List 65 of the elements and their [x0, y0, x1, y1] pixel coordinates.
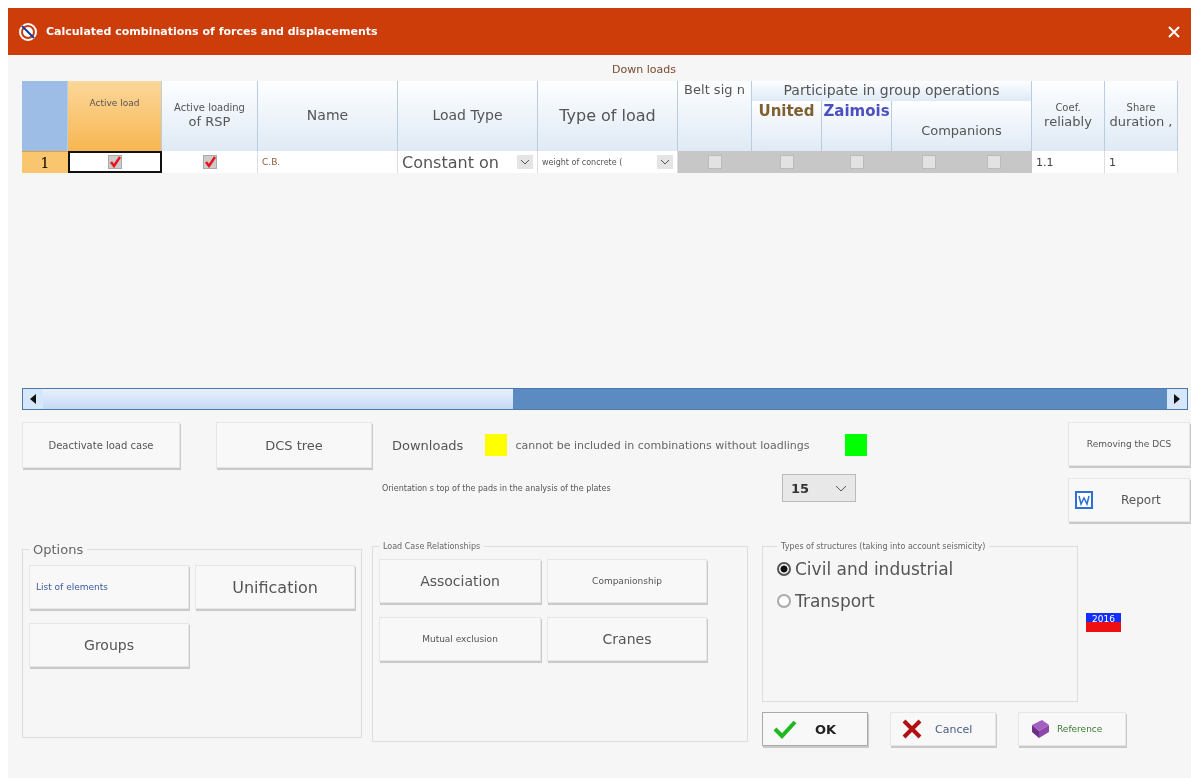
header-label: duration , [1109, 115, 1173, 130]
scrollbar-thumb[interactable] [43, 389, 513, 409]
column-header[interactable]: Name [258, 81, 398, 151]
row-number[interactable]: 1 [22, 151, 68, 173]
deactivate-button[interactable]: Deactivate load case [22, 422, 180, 468]
column-header[interactable]: Type of load [538, 81, 678, 151]
column-header[interactable]: Share duration , [1105, 81, 1178, 151]
check-icon [203, 156, 216, 168]
column-header[interactable]: Companions [892, 101, 1032, 151]
relationship-button[interactable]: Cranes [547, 617, 707, 661]
chevron-icon [660, 159, 670, 165]
relationship-button[interactable]: Mutual exclusion [379, 617, 541, 661]
column-header[interactable]: Zaimois [822, 101, 892, 151]
column-header[interactable]: Coef. reliably [1032, 81, 1105, 151]
option-button[interactable]: List of elements [29, 565, 189, 609]
group-title: Load Case Relationships [382, 542, 482, 551]
header-label: Share [1126, 102, 1156, 114]
relationship-button[interactable]: Association [379, 559, 541, 603]
ok-button[interactable]: OK [762, 712, 868, 746]
version-badge: 2016 [1086, 612, 1121, 632]
radio-option[interactable]: Civil and industrial [777, 559, 1063, 579]
cancel-button[interactable]: Cancel [890, 712, 996, 746]
right-arrow-icon [1173, 394, 1181, 404]
relationship-button[interactable]: Companionship [547, 559, 707, 603]
legend-label: Downloads [392, 437, 464, 453]
word-document-icon [1075, 491, 1093, 509]
header-label: Coef. [1055, 102, 1081, 114]
table-caption: Down loads [612, 63, 677, 78]
column-header[interactable]: Active load [68, 81, 162, 151]
reference-button[interactable]: Reference [1018, 712, 1126, 746]
column-header[interactable]: Load Type [398, 81, 538, 151]
group-title: Options [32, 542, 85, 557]
table-corner [22, 81, 68, 151]
tree-button[interactable]: DCS tree [216, 422, 372, 468]
column-header[interactable]: Belt sig n [678, 81, 752, 151]
checkbox[interactable] [202, 155, 217, 169]
window-title: Calculated combinations of forces and displacements [46, 25, 379, 38]
checkbox[interactable] [107, 155, 122, 169]
radio-option[interactable]: Transport [777, 591, 1063, 611]
group-title: Types of structures (taking into account seismicity) [780, 542, 987, 551]
orientation-label: Orientation s top of the pads in the analysis of the plates [382, 483, 612, 493]
close-icon [1167, 24, 1181, 39]
column-header[interactable]: United [752, 101, 822, 151]
remove-button[interactable]: Removing the DCS [1068, 422, 1190, 466]
app-logo-icon [18, 21, 38, 42]
report-button[interactable]: Report [1068, 478, 1190, 522]
horizontal-scrollbar[interactable] [22, 388, 1188, 410]
header-label: reliably [1044, 115, 1092, 130]
table-cell: 1 [1109, 155, 1116, 169]
header-label: of RSP [188, 115, 231, 130]
check-icon [108, 156, 121, 168]
option-button[interactable]: Unification [195, 565, 355, 609]
chevron-icon [835, 484, 847, 492]
header-label: Active loading [174, 102, 245, 114]
chevron-icon [520, 159, 530, 165]
angle-dropdown[interactable]: 15 [782, 474, 856, 502]
left-arrow-icon [29, 394, 37, 404]
table-cell: 1.1 [1036, 155, 1054, 169]
checkmark-icon [773, 719, 797, 739]
table-cell: C.B. [262, 157, 281, 167]
legend-text: cannot be included in combinations without loadlings [515, 438, 810, 452]
option-button[interactable]: Groups [29, 623, 189, 667]
column-header[interactable]: Active loading of RSP [162, 81, 258, 151]
close-icon [901, 718, 923, 740]
column-group-header: Participate in group operations [752, 81, 1032, 101]
